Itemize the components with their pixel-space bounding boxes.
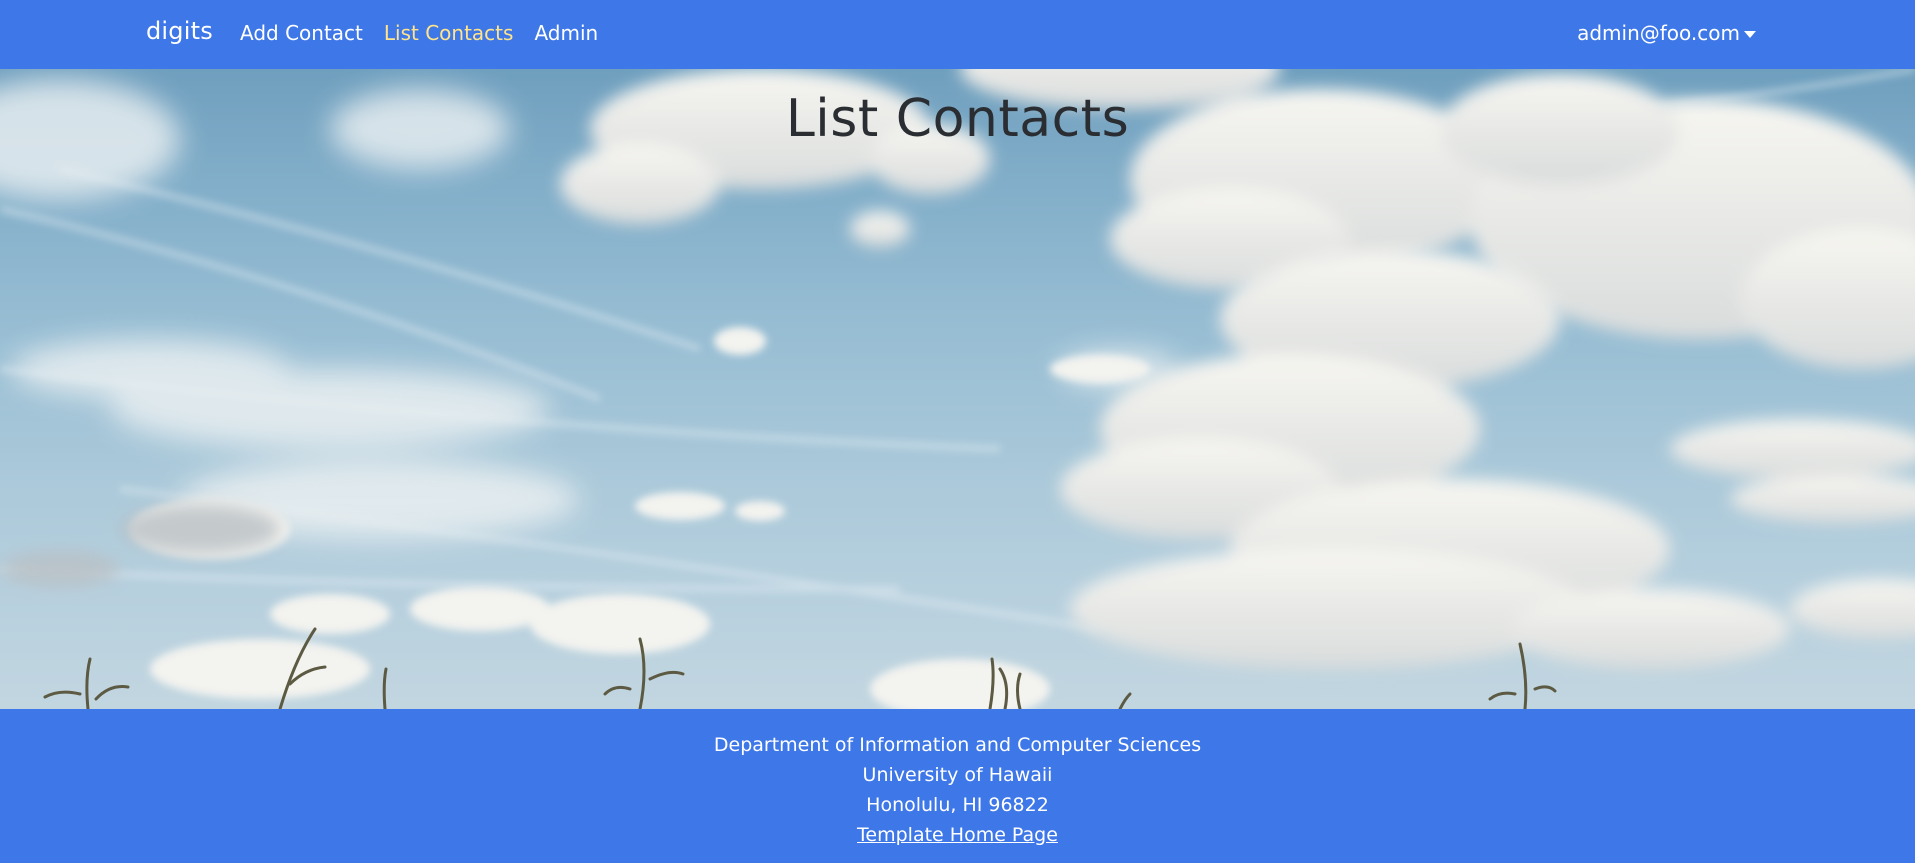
nav-links: Add Contact List Contacts Admin <box>240 21 598 45</box>
nav-add-contact[interactable]: Add Contact <box>240 21 363 45</box>
footer-university: University of Hawaii <box>862 764 1053 786</box>
footer-address: Honolulu, HI 96822 <box>866 794 1049 816</box>
user-email: admin@foo.com <box>1577 21 1740 45</box>
footer: Department of Information and Computer S… <box>0 709 1915 863</box>
brand-logo-link[interactable]: digits <box>146 17 213 45</box>
page-title: List Contacts <box>785 89 1130 149</box>
nav-list-contacts[interactable]: List Contacts <box>384 21 514 45</box>
template-home-page-link[interactable]: Template Home Page <box>0 820 1915 850</box>
user-dropdown[interactable]: admin@foo.com <box>1577 21 1756 45</box>
top-navbar: digits Add Contact List Contacts Admin a… <box>0 0 1915 69</box>
footer-department: Department of Information and Computer S… <box>713 734 1202 756</box>
hero-background: List Contacts <box>0 69 1915 709</box>
sky-clouds-image <box>0 69 1915 709</box>
caret-down-icon <box>1744 30 1756 38</box>
nav-admin[interactable]: Admin <box>534 21 598 45</box>
